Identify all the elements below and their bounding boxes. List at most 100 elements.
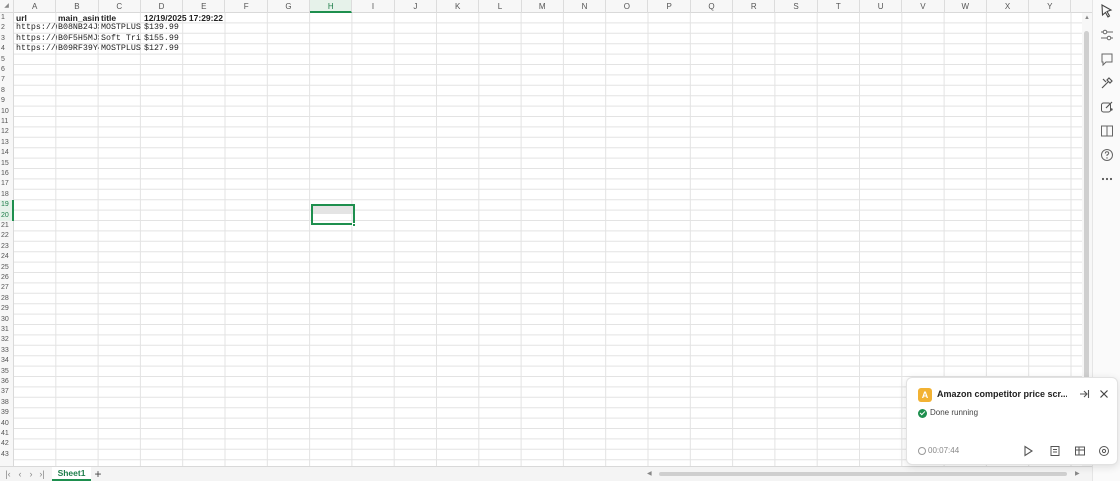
row-header-22[interactable]: 22: [0, 231, 14, 241]
row-header-43[interactable]: 43: [0, 450, 14, 460]
column-header-f[interactable]: F: [226, 0, 268, 13]
row-header-23[interactable]: 23: [0, 242, 14, 252]
column-header-t[interactable]: T: [818, 0, 860, 13]
scroll-right-icon[interactable]: ▶: [1075, 470, 1080, 479]
more-icon[interactable]: [1099, 171, 1115, 187]
column-header-y[interactable]: Y: [1029, 0, 1072, 13]
column-header-w[interactable]: W: [945, 0, 987, 13]
row-header-15[interactable]: 15: [0, 159, 14, 169]
cell-a4[interactable]: https://w: [15, 44, 57, 54]
column-header-d[interactable]: D: [141, 0, 184, 13]
row-header-6[interactable]: 6: [0, 65, 14, 75]
row-header-41[interactable]: 41: [0, 429, 14, 439]
column-header-p[interactable]: P: [649, 0, 691, 13]
row-header-39[interactable]: 39: [0, 408, 14, 418]
row-header-1[interactable]: 1: [0, 13, 14, 23]
column-header-g[interactable]: G: [268, 0, 311, 13]
cell-c1[interactable]: title: [100, 13, 142, 23]
row-header-14[interactable]: 14: [0, 148, 14, 158]
column-header-u[interactable]: U: [860, 0, 903, 13]
open-panel-icon[interactable]: [1077, 387, 1091, 401]
column-header-c[interactable]: C: [99, 0, 141, 13]
run-button[interactable]: [1021, 444, 1035, 458]
row-header-30[interactable]: 30: [0, 315, 14, 325]
first-sheet-icon[interactable]: |‹: [3, 468, 13, 481]
tools-icon[interactable]: [1099, 75, 1115, 91]
pointer-icon[interactable]: [1099, 3, 1115, 19]
row-header-25[interactable]: 25: [0, 263, 14, 273]
column-header-k[interactable]: K: [437, 0, 480, 13]
row-header-7[interactable]: 7: [0, 75, 14, 85]
column-header-q[interactable]: Q: [691, 0, 734, 13]
cell-d2[interactable]: $139.99: [143, 23, 185, 33]
cell-b2[interactable]: B08NB24JS: [57, 23, 99, 33]
column-header-i[interactable]: I: [352, 0, 395, 13]
row-header-37[interactable]: 37: [0, 387, 14, 397]
cell-c3[interactable]: Soft Tri-: [100, 34, 142, 44]
comment-icon[interactable]: [1099, 51, 1115, 67]
row-header-42[interactable]: 42: [0, 439, 14, 449]
tab-sheet1[interactable]: Sheet1: [52, 467, 91, 481]
cell-b4[interactable]: B09RF39Y4: [57, 44, 99, 54]
row-header-34[interactable]: 34: [0, 356, 14, 366]
scroll-up-icon[interactable]: ▲: [1084, 15, 1090, 21]
selected-range[interactable]: [311, 204, 355, 225]
row-header-20[interactable]: 20: [0, 210, 14, 221]
settings-icon[interactable]: [1097, 444, 1111, 458]
column-header-h[interactable]: H: [310, 0, 353, 13]
row-header-18[interactable]: 18: [0, 190, 14, 200]
row-header-4[interactable]: 4: [0, 44, 14, 54]
table-view-button[interactable]: [1073, 444, 1087, 458]
cell-a2[interactable]: https://w: [15, 23, 57, 33]
cell-c4[interactable]: MOSTPLUS: [100, 44, 142, 54]
ai-edit-icon[interactable]: [1099, 99, 1115, 115]
cell-d1[interactable]: 12/19/2025 17:29:22: [143, 13, 243, 23]
row-header-38[interactable]: 38: [0, 398, 14, 408]
horizontal-scrollbar[interactable]: ◀ ▶: [645, 470, 1085, 479]
cell-a3[interactable]: https://w: [15, 34, 57, 44]
row-header-5[interactable]: 5: [0, 55, 14, 65]
add-sheet-button[interactable]: +: [93, 467, 103, 481]
row-header-9[interactable]: 9: [0, 96, 14, 106]
row-header-12[interactable]: 12: [0, 127, 14, 137]
cell-d3[interactable]: $155.99: [143, 34, 185, 44]
help-icon[interactable]: [1099, 147, 1115, 163]
panel-icon[interactable]: [1099, 123, 1115, 139]
column-header-e[interactable]: E: [183, 0, 226, 13]
cell-c2[interactable]: MOSTPLUS: [100, 23, 142, 33]
cell-a1[interactable]: url: [15, 13, 57, 23]
row-header-13[interactable]: 13: [0, 138, 14, 148]
row-header-24[interactable]: 24: [0, 252, 14, 262]
row-header-16[interactable]: 16: [0, 169, 14, 179]
fill-handle[interactable]: [352, 223, 356, 227]
row-header-35[interactable]: 35: [0, 367, 14, 377]
cell-b3[interactable]: B0F5H5MJS: [57, 34, 99, 44]
column-header-n[interactable]: N: [564, 0, 607, 13]
column-header-s[interactable]: S: [775, 0, 818, 13]
row-header-28[interactable]: 28: [0, 294, 14, 304]
row-header-17[interactable]: 17: [0, 179, 14, 189]
row-header-26[interactable]: 26: [0, 273, 14, 283]
row-header-10[interactable]: 10: [0, 107, 14, 117]
task-title[interactable]: Amazon competitor price scr...: [937, 389, 1067, 399]
column-header-m[interactable]: M: [522, 0, 564, 13]
filter-settings-icon[interactable]: [1099, 27, 1115, 43]
column-header-x[interactable]: X: [987, 0, 1030, 13]
cell-b1[interactable]: main_asin: [57, 13, 99, 23]
close-icon[interactable]: [1097, 387, 1111, 401]
row-header-31[interactable]: 31: [0, 325, 14, 335]
cell-d4[interactable]: $127.99: [143, 44, 185, 54]
row-header-8[interactable]: 8: [0, 86, 14, 96]
row-header-32[interactable]: 32: [0, 335, 14, 345]
row-header-29[interactable]: 29: [0, 304, 14, 314]
row-header-2[interactable]: 2: [0, 23, 14, 33]
row-header-27[interactable]: 27: [0, 283, 14, 293]
log-button[interactable]: [1048, 444, 1062, 458]
row-header-11[interactable]: 11: [0, 117, 14, 127]
row-header-19[interactable]: 19: [0, 200, 14, 211]
column-header-r[interactable]: R: [733, 0, 776, 13]
row-header-21[interactable]: 21: [0, 221, 14, 231]
prev-sheet-icon[interactable]: ‹: [15, 468, 25, 481]
next-sheet-icon[interactable]: ›: [26, 468, 36, 481]
last-sheet-icon[interactable]: ›|: [37, 468, 47, 481]
